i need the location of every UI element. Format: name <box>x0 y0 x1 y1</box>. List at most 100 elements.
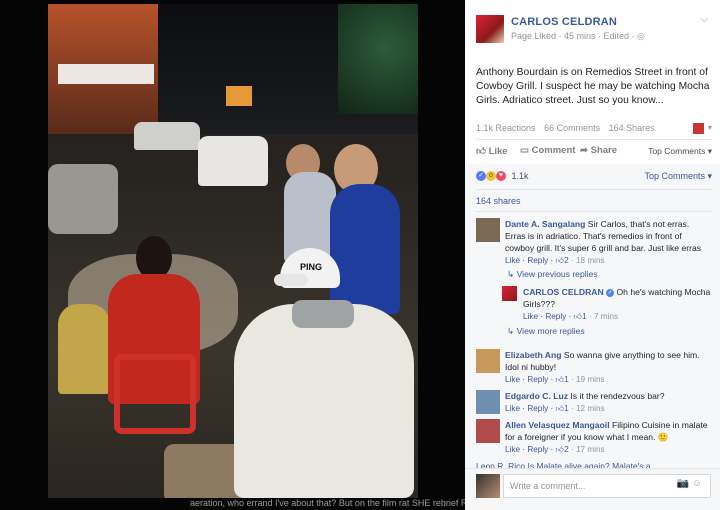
comments-count[interactable]: 66 Comments <box>544 123 600 133</box>
comment-text: Is it the rendezvous bar? <box>568 391 665 401</box>
comment-actions: Like · Reply · 👍︎1 · 12 mins <box>505 404 605 413</box>
reply-link[interactable]: Reply <box>545 312 566 321</box>
like-count[interactable]: 2 <box>564 256 569 265</box>
next-comment-peek: Leon R. Rico Is Malate alive again? Mala… <box>476 461 651 468</box>
avatar <box>476 474 500 498</box>
car <box>198 136 268 186</box>
share-label: Share <box>590 145 618 156</box>
car <box>48 164 118 234</box>
avatar[interactable] <box>476 218 500 242</box>
avatar[interactable] <box>693 123 704 134</box>
view-more-replies-link[interactable]: ↳ View more replies <box>507 326 585 337</box>
like-count[interactable]: 1 <box>582 312 587 321</box>
caret-down-icon[interactable]: ▾ <box>708 123 712 132</box>
reaction-count: 1.1k <box>511 170 529 181</box>
comment: Dante A. Sangalang Sir Carlos, that's no… <box>476 218 712 268</box>
share-icon: ➦ <box>580 145 588 156</box>
background-caption: aeration, who errand I've about that? Bu… <box>190 498 465 508</box>
comment-actions: Like · Reply · 👍︎1 · 19 mins <box>505 375 605 384</box>
author-name[interactable]: CARLOS CELDRAN <box>511 16 617 28</box>
top-comments-dropdown[interactable]: Top Comments ▾ <box>644 171 712 182</box>
wow-reaction-icon: o <box>486 170 496 181</box>
share-button[interactable]: ➦ Share <box>580 145 617 156</box>
commenter-name[interactable]: Dante A. Sangalang <box>505 219 585 229</box>
reply-comment: CARLOS CELDRAN ✓ Oh he's watching Mocha … <box>502 286 712 321</box>
top-comments-dropdown[interactable]: Top Comments ▾ <box>648 146 712 157</box>
avatar[interactable] <box>476 15 504 43</box>
car <box>134 122 200 150</box>
red-chair <box>114 354 196 434</box>
timestamp[interactable]: 17 mins <box>576 445 605 454</box>
commenter-name[interactable]: Allen Velasquez Mangaoil <box>505 420 610 430</box>
reply-link[interactable]: Reply <box>527 375 548 384</box>
comments-area <box>465 164 720 510</box>
photo-viewer: PING aeration, who errand I've about tha… <box>0 0 465 510</box>
comment: Edgardo C. Luz Is it the rendezvous bar?… <box>476 390 712 416</box>
commenter-name[interactable]: Edgardo C. Luz <box>505 391 568 401</box>
timestamp[interactable]: 19 mins <box>576 375 605 384</box>
comment: Allen Velasquez Mangaoil Filipino Cuisin… <box>476 419 712 457</box>
love-reaction-icon: ♥ <box>496 170 506 181</box>
avatar[interactable] <box>502 286 517 301</box>
street-sign <box>226 86 252 106</box>
reply-link[interactable]: Reply <box>527 404 548 413</box>
like-count[interactable]: 1 <box>564 404 569 413</box>
post-header: CARLOS CELDRAN Page Liked · 45 mins · Ed… <box>465 0 720 60</box>
avatar[interactable] <box>476 419 500 443</box>
comment-button[interactable]: ▭ Comment <box>520 145 575 156</box>
divider <box>476 139 712 140</box>
reactions-summary[interactable]: ✓ o ♥ 1.1k Top Comments ▾ <box>476 170 712 186</box>
like-button[interactable]: 👍︎ Like <box>476 145 508 157</box>
like-link[interactable]: Like <box>505 256 520 265</box>
post-panel: CARLOS CELDRAN Page Liked · 45 mins · Ed… <box>465 0 720 510</box>
post-photo[interactable]: PING <box>48 4 418 498</box>
comment-actions: Like · Reply · 👍︎2 · 17 mins <box>505 445 605 454</box>
post-text: Anthony Bourdain is on Remedios Street i… <box>476 67 710 106</box>
reply-link[interactable]: Reply <box>527 256 548 265</box>
post-stats: 1.1k Reactions 66 Comments 164 Shares ▾ <box>476 123 712 137</box>
like-reaction-icon: ✓ <box>476 170 486 181</box>
comment: Elizabeth Ang So wanna give anything to … <box>476 349 712 385</box>
shares-count[interactable]: 164 Shares <box>609 123 655 133</box>
commenter-name[interactable]: Elizabeth Ang <box>505 350 562 360</box>
like-count[interactable]: 1 <box>564 375 569 384</box>
comment-actions: Like · Reply · 👍︎2 · 18 mins <box>505 256 605 265</box>
shares-link[interactable]: 164 shares <box>476 196 521 206</box>
camera-emoji-icons[interactable]: 📷 ☺ <box>677 478 702 489</box>
person <box>330 184 400 314</box>
avatar[interactable] <box>476 390 500 414</box>
comment-placeholder: Write a comment... <box>510 481 586 491</box>
person <box>58 304 110 394</box>
thumbs-up-icon: 👍︎ <box>555 375 565 384</box>
post-actions: 👍︎ Like ▭ Comment ➦ Share Top Comments ▾ <box>476 143 712 161</box>
reactions-count[interactable]: 1.1k Reactions <box>476 123 536 133</box>
thumbs-up-icon: 👍︎ <box>573 312 583 321</box>
divider <box>476 211 712 212</box>
divider <box>476 189 712 190</box>
timestamp[interactable]: 12 mins <box>576 404 605 413</box>
thumbs-up-icon: 👍︎ <box>555 445 565 454</box>
comment-composer: Write a comment... 📷 ☺ <box>465 468 720 510</box>
like-link[interactable]: Like <box>505 404 520 413</box>
reply-link[interactable]: Reply <box>527 445 548 454</box>
verified-badge-icon: ✓ <box>606 288 615 297</box>
avatar[interactable] <box>476 349 500 373</box>
comment-icon: ▭ <box>520 145 529 156</box>
person <box>234 304 414 498</box>
comment-input[interactable]: Write a comment... 📷 ☺ <box>503 474 711 498</box>
like-link[interactable]: Like <box>505 445 520 454</box>
view-previous-replies-link[interactable]: ↳ View previous replies <box>507 269 598 280</box>
like-label: Like <box>488 146 508 157</box>
like-count[interactable]: 2 <box>564 445 569 454</box>
comment-label: Comment <box>531 145 576 156</box>
timestamp[interactable]: 7 mins <box>594 312 618 321</box>
thumbs-up-icon: 👍︎ <box>555 256 565 265</box>
chevron-down-icon[interactable]: ⌵ <box>700 14 708 25</box>
like-link[interactable]: Like <box>505 375 520 384</box>
timestamp[interactable]: 18 mins <box>576 256 605 265</box>
post-meta: Page Liked · 45 mins · Edited · ◎ <box>511 31 645 41</box>
like-link[interactable]: Like <box>523 312 538 321</box>
building-sign <box>58 64 154 84</box>
cap-bill <box>274 274 308 286</box>
commenter-name[interactable]: CARLOS CELDRAN <box>523 287 604 297</box>
